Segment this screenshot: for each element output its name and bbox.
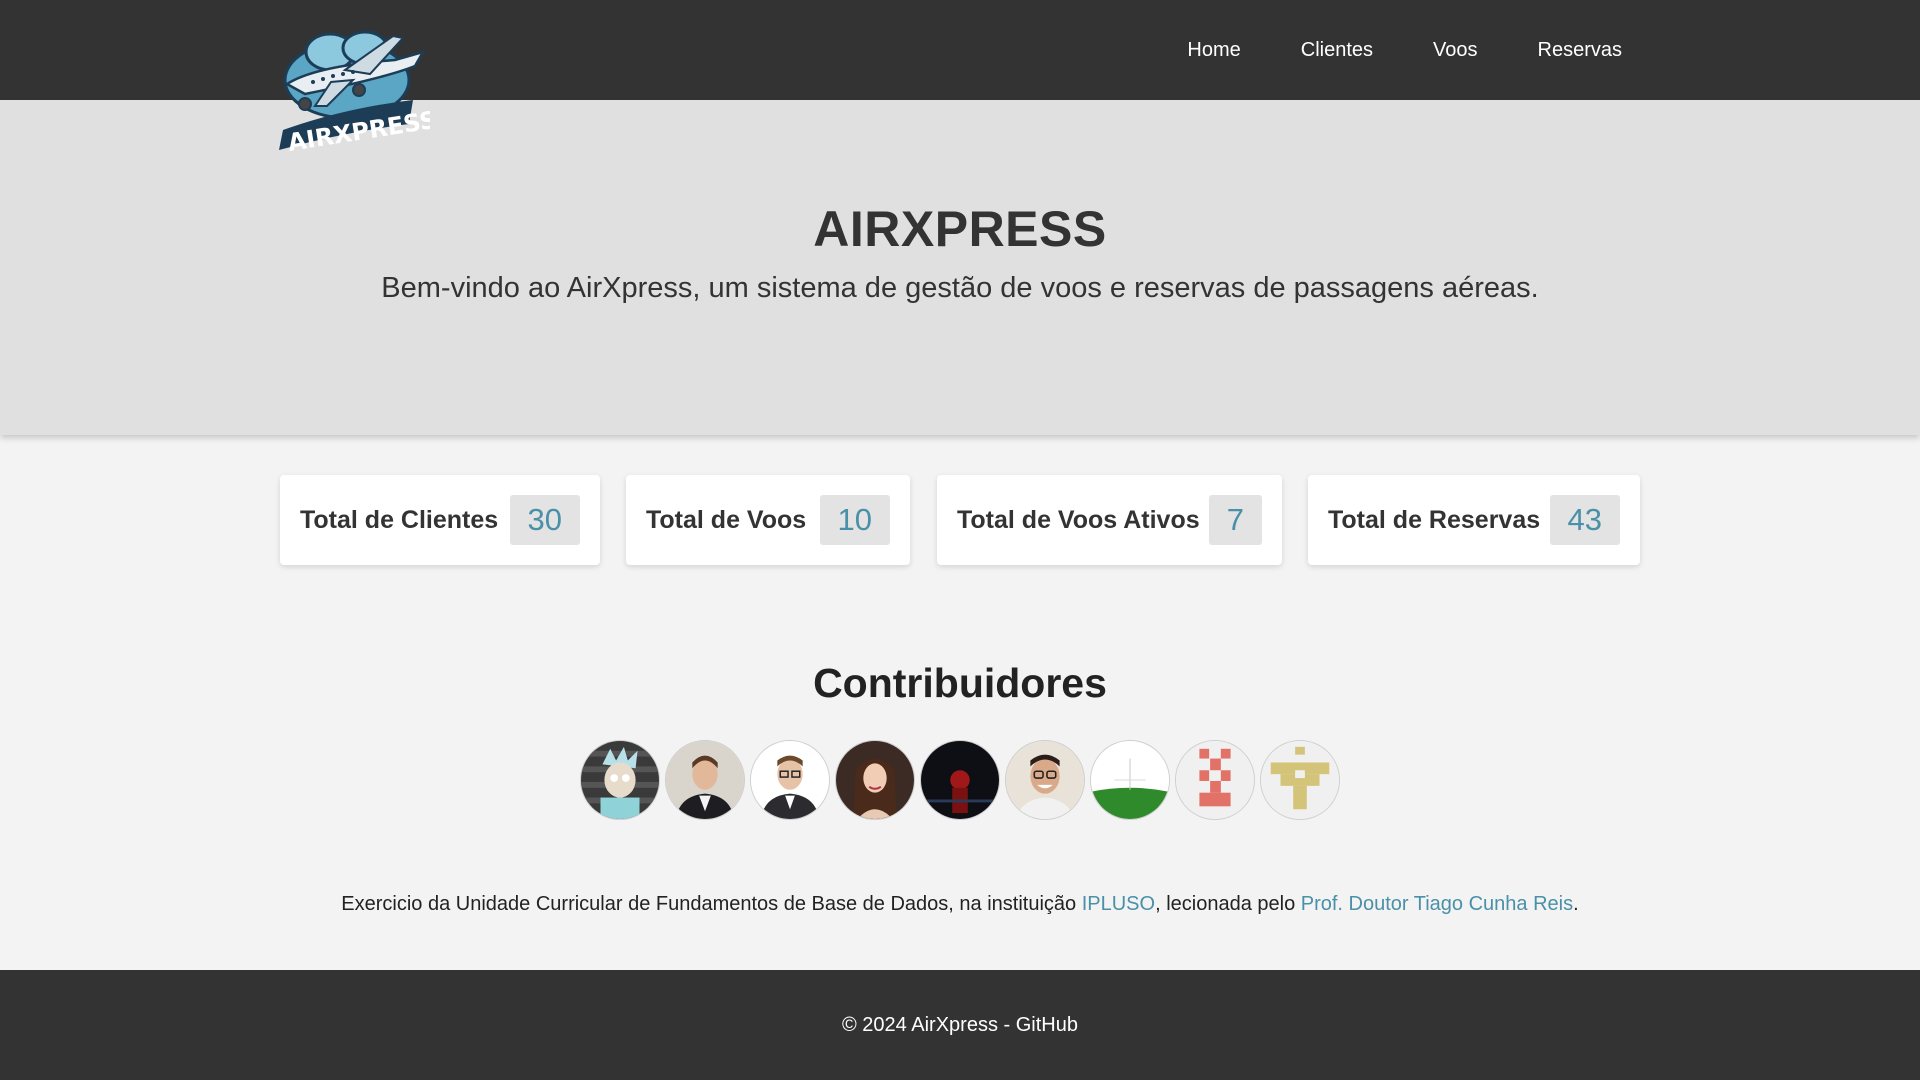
stat-card-reservas: Total de Reservas 43: [1308, 475, 1640, 565]
nav-home-link[interactable]: Home: [1187, 39, 1240, 62]
green-field-avatar[interactable]: [1090, 740, 1170, 820]
credits-prefix: Exercicio da Unidade Curricular de Funda…: [341, 893, 1082, 915]
stat-card-voos: Total de Voos 10: [626, 475, 910, 565]
footer: © 2024 AirXpress - GitHub: [0, 970, 1920, 1080]
contributors-title: Contribuidores: [813, 660, 1107, 706]
man-glasses-smiling-avatar[interactable]: [1005, 740, 1085, 820]
stat-label: Total de Reservas: [1328, 505, 1541, 534]
dark-night-avatar[interactable]: [920, 740, 1000, 820]
stat-value-badge: 30: [509, 495, 580, 545]
man-glasses-avatar[interactable]: [750, 740, 830, 820]
nav-clientes-link[interactable]: Clientes: [1301, 39, 1373, 62]
stat-label: Total de Voos Ativos: [957, 505, 1200, 534]
stat-card-clientes: Total de Clientes 30: [280, 475, 600, 565]
credits-suffix: .: [1573, 893, 1579, 915]
stat-value-badge: 7: [1208, 495, 1262, 545]
credits-middle: , lecionada pelo: [1155, 893, 1301, 915]
stat-label: Total de Voos: [646, 505, 807, 534]
airxpress-logo[interactable]: AIRXPRESS: [275, 22, 439, 157]
footer-text[interactable]: © 2024 AirXpress - GitHub: [842, 1014, 1078, 1036]
professor-link[interactable]: Prof. Doutor Tiago Cunha Reis: [1301, 893, 1573, 915]
stat-card-voos-ativos: Total de Voos Ativos 7: [937, 475, 1282, 565]
credits-text: Exercicio da Unidade Curricular de Funda…: [0, 893, 1920, 916]
stats-row: Total de Clientes 30 Total de Voos 10 To…: [280, 475, 1640, 565]
nav-voos-link[interactable]: Voos: [1433, 39, 1477, 62]
contributors-avatars: [0, 740, 1920, 820]
stat-value-badge: 10: [819, 495, 890, 545]
stat-value-badge: 43: [1549, 495, 1620, 545]
identicon-red-avatar[interactable]: [1175, 740, 1255, 820]
institution-link[interactable]: IPLUSO: [1082, 893, 1155, 915]
identicon-gold-avatar[interactable]: [1260, 740, 1340, 820]
man-suit-avatar[interactable]: [665, 740, 745, 820]
stat-label: Total de Clientes: [300, 505, 499, 534]
nav-links: Home Clientes Voos Reservas: [1187, 0, 1622, 100]
hero-subtitle: Bem-vindo ao AirXpress, um sistema de ge…: [381, 272, 1539, 304]
woman-avatar[interactable]: [835, 740, 915, 820]
nav-reservas-link[interactable]: Reservas: [1538, 39, 1622, 62]
rick-cartoon-avatar[interactable]: [580, 740, 660, 820]
page-title: AIRXPRESS: [813, 201, 1107, 257]
